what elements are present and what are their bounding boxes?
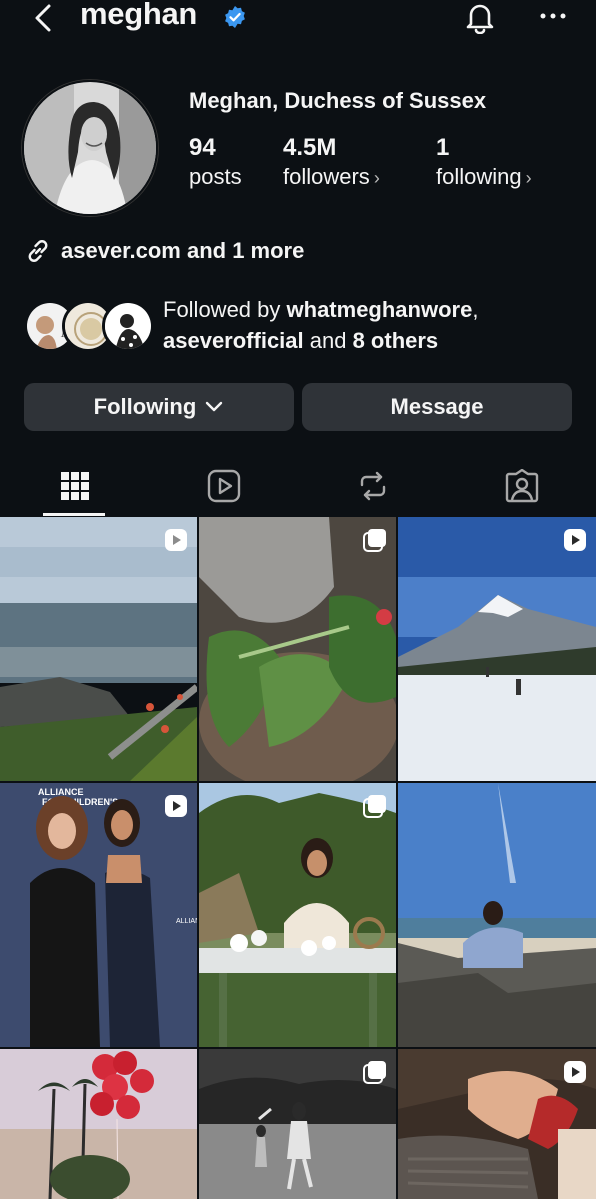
- follower-name-1: whatmeghanwore: [286, 297, 473, 322]
- posts-grid: ALLIANCE FOR CHILDREN'S ALLIANCE: [0, 517, 596, 1199]
- snow-mountain-photo: [398, 517, 596, 781]
- separator-comma: ,: [472, 297, 479, 322]
- profile-avatar[interactable]: [22, 80, 158, 216]
- greens-basket-photo: [199, 517, 396, 781]
- chevron-down-icon: [206, 401, 223, 412]
- post-thumbnail[interactable]: [0, 1049, 197, 1199]
- reel-badge-icon: [165, 795, 187, 817]
- carousel-badge-icon: [363, 795, 386, 818]
- follower-name-2: aseverofficial: [163, 328, 304, 353]
- post-thumbnail[interactable]: [398, 1049, 596, 1199]
- tab-reposts[interactable]: [298, 456, 447, 516]
- reels-icon: [207, 469, 240, 503]
- following-button-label: Following: [93, 394, 197, 419]
- followers-label: followers: [283, 164, 370, 189]
- link-text: asever.com and 1 more: [61, 238, 305, 263]
- profile-tabs: [0, 456, 596, 516]
- follower-avatar: [102, 300, 154, 352]
- tab-reels[interactable]: [149, 456, 298, 516]
- carousel-badge-icon: [363, 529, 386, 552]
- posts-label: posts: [189, 164, 242, 189]
- tab-grid[interactable]: [0, 456, 149, 516]
- stat-following[interactable]: 1 following ›: [436, 134, 532, 190]
- bell-icon[interactable]: [462, 0, 498, 34]
- post-thumbnail[interactable]: [398, 783, 596, 1047]
- followed-by-avatars[interactable]: M: [24, 300, 154, 352]
- grid-icon: [60, 472, 89, 500]
- following-label: following: [436, 164, 522, 189]
- event-backdrop-photo: ALLIANCE FOR CHILDREN'S ALLIANCE: [0, 783, 197, 1047]
- ocean-rocks-photo: [0, 517, 197, 781]
- beach-rock-photo: [398, 783, 596, 1047]
- active-tab-indicator: [43, 513, 105, 516]
- profile-username: meghan: [80, 0, 198, 31]
- verified-badge-icon: [225, 6, 245, 28]
- back-chevron-icon[interactable]: [30, 2, 56, 34]
- post-thumbnail[interactable]: [0, 517, 197, 781]
- followers-count: 4.5M: [283, 134, 337, 161]
- post-thumbnail[interactable]: ALLIANCE FOR CHILDREN'S ALLIANCE: [0, 783, 197, 1047]
- stat-posts: 94 posts: [189, 134, 242, 190]
- post-thumbnail[interactable]: [199, 517, 396, 781]
- message-button[interactable]: Message: [302, 383, 572, 431]
- top-bar: meghan: [0, 0, 596, 40]
- avatar-photo: [24, 82, 156, 214]
- more-icon[interactable]: [536, 6, 570, 26]
- post-thumbnail[interactable]: [199, 1049, 396, 1199]
- post-thumbnail[interactable]: [398, 517, 596, 781]
- post-thumbnail[interactable]: [199, 783, 396, 1047]
- profile-link[interactable]: asever.com and 1 more: [24, 236, 304, 266]
- reel-badge-icon: [564, 1061, 586, 1083]
- carousel-badge-icon: [363, 1061, 386, 1084]
- poster-text: ALLIANCE: [38, 787, 84, 797]
- chevron-right-icon: ›: [525, 168, 532, 188]
- reel-badge-icon: [165, 529, 187, 551]
- reel-badge-icon: [564, 529, 586, 551]
- others-count: 8 others: [352, 328, 439, 353]
- followed-by-text[interactable]: Followed by whatmeghanwore, aseveroffici…: [163, 294, 583, 356]
- garden-table-photo: [199, 783, 396, 1047]
- followed-by-prefix: Followed by: [163, 297, 287, 322]
- posts-count: 94: [189, 134, 216, 161]
- chevron-right-icon: ›: [373, 168, 380, 188]
- tagged-icon: [505, 469, 538, 503]
- stat-followers[interactable]: 4.5M followers ›: [283, 134, 380, 190]
- repost-icon: [360, 471, 385, 501]
- following-button[interactable]: Following: [24, 383, 294, 431]
- message-button-label: Message: [390, 394, 484, 419]
- tab-tagged[interactable]: [447, 456, 596, 516]
- profile-full-name: Meghan, Duchess of Sussex: [189, 88, 487, 113]
- balloons-palm-photo: [0, 1049, 197, 1199]
- poster-text: ALLIANCE: [176, 918, 197, 925]
- following-count: 1: [436, 134, 450, 161]
- and-text: and: [303, 328, 353, 353]
- link-icon: [28, 240, 48, 262]
